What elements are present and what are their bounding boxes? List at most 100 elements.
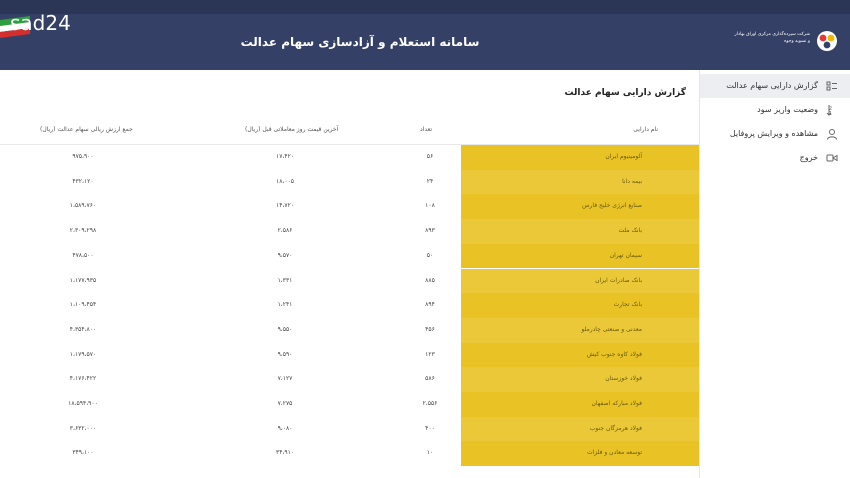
- asset-price: ۱،۳۳۱: [277, 276, 293, 284]
- sidebar-item-label: گزارش دارایی سهام عدالت: [726, 81, 818, 90]
- asset-price: ۷،۲۷۵: [277, 400, 293, 407]
- asset-count: ۸۹۴: [425, 301, 435, 309]
- app-title: سامانه استعلام و آزادسازی سهام عدالت: [240, 35, 480, 49]
- header-count: تعداد: [420, 126, 433, 133]
- table-row: بانک صادرات ایران ۸۸۵ ۱،۳۳۱ ۱،۱۷۷،۹۳۵: [0, 268, 700, 294]
- app-header: سامانه استعلام و آزادسازی سهام عدالت شرک…: [0, 14, 850, 70]
- name-cell: آلومینیوم ایران: [461, 145, 700, 170]
- asset-count: ۲۴: [426, 177, 434, 185]
- sidebar-item-label: مشاهده و ویرایش پروفایل: [729, 129, 818, 138]
- asset-count: ۵۸۶: [425, 375, 435, 383]
- name-cell: فولاد هرمزگان جنوب: [461, 416, 700, 442]
- list-icon: [826, 80, 838, 92]
- name-cell: بیمه دانا: [461, 169, 700, 195]
- asset-count: ۲،۵۵۶: [422, 400, 438, 407]
- table-row: توسعه معادن و فلزات ۱۰ ۳۴،۹۱۰ ۳۴۹،۱۰۰: [0, 441, 700, 467]
- asset-name: فولاد کاوه جنوب کیش: [586, 350, 642, 358]
- table-row: فولاد کاوه جنوب کیش ۱۲۳ ۹،۵۹۰ ۱،۱۷۹،۵۷۰: [0, 342, 700, 368]
- header-total: جمع ارزش ریالی سهام عدالت (ریال): [40, 126, 133, 133]
- name-cell: بانک صادرات ایران: [461, 268, 700, 294]
- asset-count: ۵۶: [426, 153, 434, 160]
- svg-text:1: 1: [829, 111, 832, 116]
- asset-name: فولاد هرمزگان جنوب: [589, 424, 642, 432]
- sidebar-item-label: خروج: [799, 153, 818, 162]
- asset-count: ۱۲۳: [425, 350, 435, 358]
- logo-line-1: شرکت سپرده‌گذاری مرکزی اوراق بهادار: [734, 32, 810, 37]
- sidebar-item-logout[interactable]: خروج: [700, 146, 850, 170]
- table-row: آلومینیوم ایران ۵۶ ۱۷،۴۲۰ ۹۷۵،۹۰۰: [0, 145, 700, 170]
- name-cell: سیمان تهران: [461, 243, 700, 269]
- sidebar-item-dividend-status[interactable]: 21 وضعیت واریز سود: [700, 98, 850, 122]
- asset-count: ۴۰۰: [425, 424, 435, 432]
- asset-total: ۱۸،۵۹۴،۹۰۰: [68, 400, 98, 407]
- asset-name: معدنی و صنعتی چادرملو: [581, 325, 642, 333]
- asset-count: ۱۰: [426, 449, 434, 457]
- asset-total: ۹۷۵،۹۰۰: [72, 153, 94, 160]
- brand-logo: شرکت سپرده‌گذاری مرکزی اوراق بهادار و تس…: [728, 26, 838, 58]
- asset-name: فولاد مبارکه اصفهان: [591, 400, 643, 407]
- asset-price: ۹،۰۸۰: [277, 424, 293, 432]
- asset-price: ۱۴،۷۲۰: [275, 202, 295, 210]
- top-strip: [0, 0, 850, 14]
- sort-icon: 21: [826, 104, 838, 117]
- asset-total: ۳۴۹،۱۰۰: [72, 449, 94, 457]
- logo-line-2: و تسویه وجوه: [784, 39, 810, 44]
- asset-name: بانک تجارت: [613, 301, 642, 309]
- watermark-text: sad24: [10, 11, 71, 35]
- asset-total: ۲،۳۰۹،۲۹۸: [69, 227, 97, 235]
- asset-total: ۴۳۲،۱۲۰: [72, 177, 94, 185]
- asset-count: ۵۰: [426, 251, 434, 259]
- asset-price: ۱۸،۰۰۵: [275, 177, 295, 185]
- asset-total: ۴،۳۵۴،۸۰۰: [69, 325, 97, 333]
- asset-name: بانک صادرات ایران: [595, 276, 642, 284]
- asset-price: ۲،۵۸۶: [277, 227, 293, 235]
- asset-name: بیمه دانا: [622, 177, 642, 185]
- user-icon: [826, 128, 838, 140]
- logout-icon: [826, 152, 838, 164]
- page-title: گزارش دارایی سهام عدالت: [564, 88, 686, 98]
- asset-total: ۱،۱۷۷،۹۳۵: [69, 276, 97, 284]
- asset-count: ۸۸۵: [425, 276, 435, 284]
- table-row: سیمان تهران ۵۰ ۹،۵۷۰ ۴۷۸،۵۰۰: [0, 243, 700, 269]
- name-cell: فولاد مبارکه اصفهان: [461, 392, 700, 417]
- logo-text: شرکت سپرده‌گذاری مرکزی اوراق بهادار و تس…: [726, 31, 810, 45]
- logo-icon: [817, 31, 837, 51]
- asset-price: ۷،۱۲۷: [277, 375, 293, 383]
- asset-price: ۱،۲۴۱: [277, 301, 293, 309]
- name-cell: توسعه معادن و فلزات: [461, 441, 700, 467]
- table-row: فولاد خوزستان ۵۸۶ ۷،۱۲۷ ۴،۱۷۶،۴۲۲: [0, 367, 700, 392]
- asset-name: آلومینیوم ایران: [605, 153, 642, 160]
- asset-name: توسعه معادن و فلزات: [586, 449, 642, 457]
- asset-total: ۱،۱۰۹،۴۵۴: [69, 301, 97, 309]
- table-row: فولاد هرمزگان جنوب ۴۰۰ ۹،۰۸۰ ۳،۶۳۲،۰۰۰: [0, 416, 700, 442]
- name-cell: صنایع انرژی خلیج فارس: [461, 194, 700, 220]
- sidebar-item-label: وضعیت واریز سود: [757, 105, 818, 114]
- name-cell: بانک ملت: [461, 219, 700, 244]
- name-cell: فولاد خوزستان: [461, 367, 700, 392]
- asset-total: ۱،۱۷۹،۵۷۰: [69, 350, 97, 358]
- asset-name: بانک ملت: [618, 227, 642, 235]
- asset-price: ۳۴،۹۱۰: [275, 449, 295, 457]
- sidebar-item-asset-report[interactable]: گزارش دارایی سهام عدالت: [700, 74, 850, 98]
- main-content: گزارش دارایی سهام عدالت نام دارایی تعداد…: [0, 70, 700, 478]
- sidebar: گزارش دارایی سهام عدالت 21 وضعیت واریز س…: [699, 70, 850, 478]
- asset-count: ۸۹۳: [425, 227, 435, 235]
- asset-count: ۴۵۶: [425, 325, 435, 333]
- table-row: معدنی و صنعتی چادرملو ۴۵۶ ۹،۵۵۰ ۴،۳۵۴،۸۰…: [0, 317, 700, 343]
- header-price: آخرین قیمت روز معاملاتی قبل (ریال): [245, 126, 339, 133]
- asset-price: ۹،۵۷۰: [277, 251, 293, 259]
- asset-total: ۴۷۸،۵۰۰: [72, 251, 94, 259]
- table-row: صنایع انرژی خلیج فارس ۱۰۸ ۱۴،۷۲۰ ۱،۵۸۹،۷…: [0, 194, 700, 220]
- asset-count: ۱۰۸: [425, 202, 435, 210]
- name-cell: بانک تجارت: [461, 293, 700, 318]
- asset-total: ۱،۵۸۹،۷۶۰: [69, 202, 97, 210]
- asset-price: ۹،۵۹۰: [277, 350, 293, 358]
- asset-total: ۴،۱۷۶،۴۲۲: [69, 375, 97, 383]
- sidebar-item-profile[interactable]: مشاهده و ویرایش پروفایل: [700, 122, 850, 146]
- table-row: فولاد مبارکه اصفهان ۲،۵۵۶ ۷،۲۷۵ ۱۸،۵۹۴،۹…: [0, 392, 700, 417]
- asset-table: آلومینیوم ایران ۵۶ ۱۷،۴۲۰ ۹۷۵،۹۰۰ بیمه د…: [0, 145, 700, 478]
- asset-name: سیمان تهران: [609, 251, 642, 259]
- header-name: نام دارایی: [633, 126, 658, 133]
- name-cell: فولاد کاوه جنوب کیش: [461, 342, 700, 368]
- table-row: بانک تجارت ۸۹۴ ۱،۲۴۱ ۱،۱۰۹،۴۵۴: [0, 293, 700, 318]
